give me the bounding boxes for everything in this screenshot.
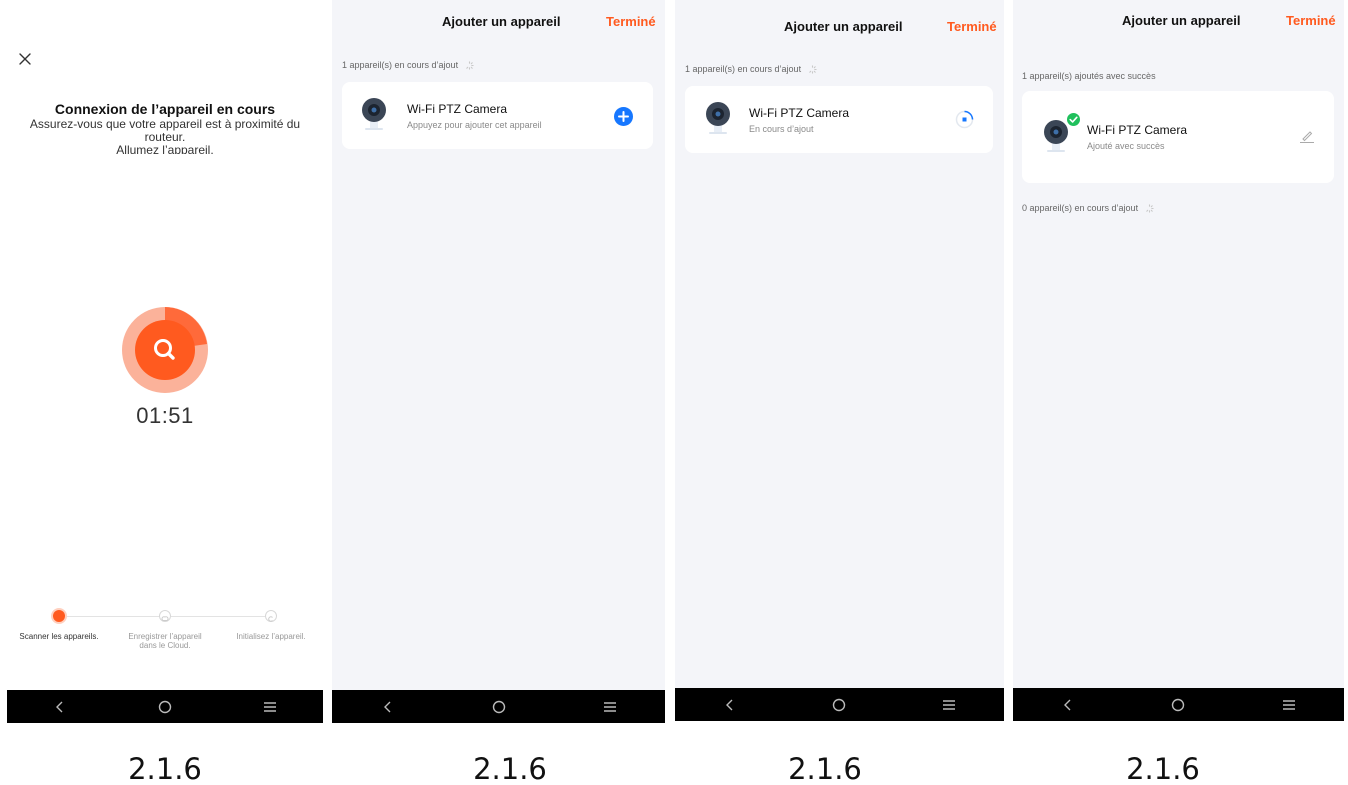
- section-label: 1 appareil(s) en cours d’ajout: [685, 64, 802, 74]
- done-button[interactable]: Terminé: [1286, 13, 1336, 28]
- done-button[interactable]: Terminé: [947, 19, 997, 34]
- page-title: Connexion de l’appareil en cours: [54, 101, 276, 117]
- back-icon[interactable]: [376, 697, 400, 717]
- section-header: 1 appareil(s) en cours d’ajout: [342, 60, 474, 70]
- android-nav-bar: [1013, 688, 1344, 721]
- done-button[interactable]: Terminé: [606, 14, 656, 29]
- close-icon[interactable]: [16, 50, 34, 68]
- add-circle-icon[interactable]: [614, 107, 633, 126]
- menu-icon[interactable]: [937, 695, 961, 715]
- device-name: Wi-Fi PTZ Camera: [407, 102, 507, 116]
- device-card[interactable]: Wi-Fi PTZ Camera Appuyez pour ajouter ce…: [342, 82, 653, 149]
- instruction-line: Allumez l’appareil.: [116, 143, 214, 155]
- caption: 2.1.6: [1126, 752, 1200, 785]
- loading-spinner-icon: [808, 65, 817, 74]
- device-status: En cours d’ajout: [749, 124, 814, 134]
- camera-icon: [706, 102, 730, 134]
- back-icon[interactable]: [718, 695, 742, 715]
- section-label: 0 appareil(s) en cours d’ajout: [1022, 203, 1139, 213]
- back-icon[interactable]: [48, 697, 72, 717]
- edit-icon[interactable]: [1299, 128, 1315, 144]
- android-nav-bar: [332, 690, 665, 723]
- step-connector: [65, 616, 165, 617]
- step-label-init: Initialisez l’appareil.: [236, 632, 306, 641]
- section-header-success: 1 appareil(s) ajoutés avec succès: [1022, 71, 1156, 81]
- init-step-icon: [265, 610, 277, 622]
- page-title: Ajouter un appareil: [1122, 13, 1241, 28]
- add-device-screen-success: Ajouter un appareil Terminé 1 appareil(s…: [1013, 0, 1344, 721]
- android-nav-bar: [675, 688, 1004, 721]
- section-header-pending: 0 appareil(s) en cours d’ajout: [1022, 203, 1154, 213]
- page-title: Ajouter un appareil: [784, 19, 903, 34]
- device-status: Ajouté avec succès: [1087, 141, 1165, 151]
- device-name: Wi-Fi PTZ Camera: [749, 106, 849, 120]
- device-card[interactable]: Wi-Fi PTZ Camera En cours d’ajout: [685, 86, 993, 153]
- scan-progress-indicator: [121, 306, 209, 394]
- home-icon[interactable]: [153, 697, 177, 717]
- countdown-timer: 01:51: [136, 403, 194, 428]
- menu-icon[interactable]: [258, 697, 282, 717]
- caption: 2.1.6: [128, 752, 202, 785]
- home-icon[interactable]: [1166, 695, 1190, 715]
- device-name: Wi-Fi PTZ Camera: [1087, 123, 1187, 137]
- step-connector: [171, 616, 271, 617]
- cloud-step-icon: [159, 610, 171, 622]
- camera-icon: [362, 98, 386, 130]
- loading-spinner-icon: [465, 61, 474, 70]
- page-title: Ajouter un appareil: [442, 14, 561, 29]
- instructions: Assurez-vous que votre appareil est à pr…: [7, 118, 323, 154]
- home-icon[interactable]: [487, 697, 511, 717]
- caption: 2.1.6: [473, 752, 547, 785]
- step-label-cloud: Enregistrer l’appareil dans le Cloud.: [128, 632, 202, 650]
- menu-icon[interactable]: [1277, 695, 1301, 715]
- section-label: 1 appareil(s) en cours d’ajout: [342, 60, 459, 70]
- loading-icon: [955, 110, 974, 129]
- device-status: Appuyez pour ajouter cet appareil: [407, 120, 542, 130]
- check-badge-icon: [1066, 112, 1081, 127]
- back-icon[interactable]: [1056, 695, 1080, 715]
- android-nav-bar: [7, 690, 323, 723]
- menu-icon[interactable]: [598, 697, 622, 717]
- caption: 2.1.6: [788, 752, 862, 785]
- add-device-screen-found: Ajouter un appareil Terminé 1 appareil(s…: [332, 0, 665, 723]
- step-active-dot: [53, 610, 65, 622]
- add-device-screen-adding: Ajouter un appareil Terminé 1 appareil(s…: [675, 0, 1004, 721]
- step-label-scan: Scanner les appareils.: [19, 632, 99, 641]
- device-card[interactable]: Wi-Fi PTZ Camera Ajouté avec succès: [1022, 91, 1334, 183]
- connecting-screen: Connexion de l’appareil en cours Assurez…: [7, 0, 323, 723]
- home-icon[interactable]: [827, 695, 851, 715]
- section-header: 1 appareil(s) en cours d’ajout: [685, 64, 817, 74]
- loading-spinner-icon: [1145, 204, 1154, 213]
